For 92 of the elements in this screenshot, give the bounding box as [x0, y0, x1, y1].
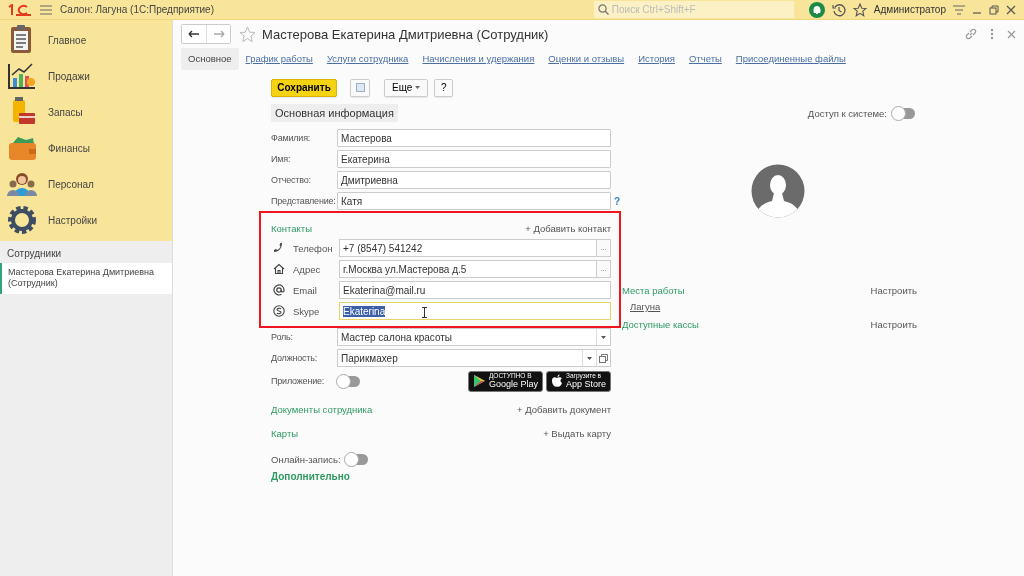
dropdown-field[interactable]: Мастер салона красоты: [337, 328, 611, 346]
input-field[interactable]: Катя: [337, 192, 611, 210]
input-field[interactable]: Ekaterina@mail.ru: [339, 281, 611, 299]
sidebar-item[interactable]: Главное: [0, 22, 172, 58]
section-title[interactable]: Карты: [271, 427, 299, 439]
configure-link[interactable]: Настроить: [870, 284, 917, 296]
tab[interactable]: Оценки и отзывы: [541, 48, 632, 70]
form-title: Мастерова Екатерина Дмитриевна (Сотрудник): [262, 26, 549, 42]
caret-icon: [415, 86, 421, 89]
tab[interactable]: Услуги сотрудника: [319, 48, 416, 70]
tab[interactable]: Основное: [181, 48, 239, 70]
back-arrow-icon: [188, 30, 200, 38]
help-link[interactable]: ?: [611, 195, 623, 207]
field-label: Телефон: [293, 242, 334, 254]
input-field[interactable]: Дмитриевна: [337, 171, 611, 189]
tab[interactable]: Начисления и удержания: [415, 48, 542, 70]
open-window-icon[interactable]: [599, 353, 608, 363]
ellipsis-button[interactable]: ...: [597, 239, 611, 257]
open-window-item[interactable]: Мастерова Екатерина Дмитриевна (Сотрудник): [0, 263, 172, 294]
user-name[interactable]: Администратор: [873, 4, 946, 15]
tab[interactable]: График работы: [238, 48, 320, 70]
history-icon[interactable]: [831, 2, 846, 17]
field-label: Имя:: [271, 154, 292, 164]
configure-link[interactable]: Настроить: [870, 318, 917, 330]
section-title: Контакты: [271, 222, 313, 234]
field-label: Skype: [293, 305, 321, 317]
text-cursor-icon: [422, 307, 427, 318]
chart-icon: [6, 60, 38, 92]
app-title: Салон: Лагуна (1С:Предприятие): [60, 4, 214, 15]
menu-icon[interactable]: [40, 4, 52, 15]
field-label: Доступ к системе:: [807, 107, 887, 119]
input-field[interactable]: Мастерова: [337, 129, 611, 147]
input-field[interactable]: Ekaterina: [339, 302, 611, 320]
phone-icon: [273, 242, 285, 254]
more-button[interactable]: Еще: [384, 78, 429, 97]
field-label: Адрес: [293, 263, 322, 275]
checkbox-button[interactable]: [350, 78, 370, 97]
star-icon[interactable]: [852, 2, 867, 17]
sidebar-item[interactable]: Настройки: [0, 202, 172, 238]
gear-icon: [6, 204, 38, 236]
play-triangle-icon: [472, 374, 486, 388]
field-label: Фамилия:: [271, 133, 312, 143]
caret-icon: [587, 356, 592, 360]
apple-icon: [550, 374, 563, 388]
at-sign-icon: [273, 284, 285, 296]
star-icon[interactable]: [239, 25, 256, 43]
input-field[interactable]: +7 (8547) 541242: [339, 239, 597, 257]
dropdown-field[interactable]: Парикмахер: [337, 349, 611, 367]
link-icon[interactable]: [965, 28, 977, 40]
field-label: Приложение:: [271, 376, 326, 386]
sidebar-item[interactable]: Финансы: [0, 130, 172, 166]
search-field[interactable]: Поиск Ctrl+Shift+F: [593, 1, 794, 18]
circle-s-icon: [273, 305, 285, 317]
toggle-switch[interactable]: [344, 453, 368, 465]
tab[interactable]: История: [631, 48, 682, 70]
workplace-link[interactable]: Лагуна: [630, 301, 661, 312]
close-icon[interactable]: [1006, 4, 1016, 15]
logo-icon: [8, 3, 32, 16]
section-header: Основная информация: [271, 104, 398, 122]
add-link[interactable]: + Добавить документ: [517, 403, 611, 415]
help-button[interactable]: ?: [434, 78, 454, 97]
section-title: Места работы: [622, 284, 685, 296]
add-contact-link[interactable]: + Добавить контакт: [525, 222, 611, 234]
input-field[interactable]: г.Москва ул.Мастерова д.5: [339, 260, 597, 278]
more-icon[interactable]: [990, 28, 994, 40]
sidebar-item[interactable]: Запасы: [0, 94, 172, 130]
ellipsis-button[interactable]: ...: [597, 260, 611, 278]
save-button[interactable]: Сохранить: [271, 78, 337, 97]
caret-icon: [601, 335, 606, 339]
bell-icon[interactable]: [808, 1, 825, 18]
tab[interactable]: Отчеты: [681, 48, 729, 70]
input-field[interactable]: Екатерина: [337, 150, 611, 168]
menu-icon[interactable]: [953, 4, 965, 15]
field-label: Представление:: [271, 196, 337, 206]
sidebar-item[interactable]: Персонал: [0, 166, 172, 202]
house-icon: [273, 263, 285, 275]
field-label: Роль:: [271, 332, 294, 342]
field-label: Онлайн-запись:: [271, 453, 341, 465]
avatar-icon: [750, 164, 805, 218]
forward-arrow-icon: [212, 30, 225, 38]
field-label: Отчество:: [271, 175, 312, 185]
add-link[interactable]: + Выдать карту: [543, 427, 611, 439]
section-title[interactable]: Документы сотрудника: [271, 403, 373, 415]
sidebar-item[interactable]: Продажи: [0, 58, 172, 94]
toggle-switch[interactable]: [337, 375, 360, 387]
restore-icon[interactable]: [989, 4, 999, 15]
tab[interactable]: Присоединенные файлы: [728, 48, 853, 70]
field-label: Email: [293, 284, 318, 296]
field-label: Должность:: [271, 353, 319, 363]
section-title: Доступные кассы: [622, 318, 699, 330]
close-icon[interactable]: [1007, 29, 1016, 39]
toggle-switch[interactable]: [892, 107, 915, 119]
